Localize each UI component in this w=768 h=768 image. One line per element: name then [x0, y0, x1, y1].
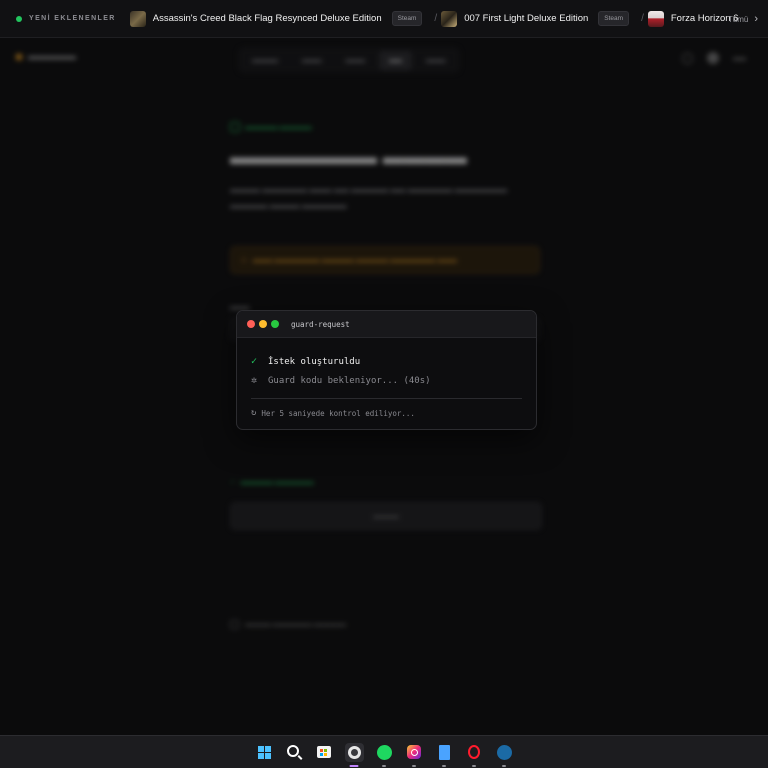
ticker-item-title: Assassin's Creed Black Flag Resynced Del… — [152, 13, 382, 24]
maximize-dot-icon[interactable] — [271, 320, 279, 328]
search-icon[interactable] — [285, 743, 304, 762]
brand-logo: ▬▬▬▬▬▬ — [16, 52, 76, 61]
close-dot-icon[interactable] — [247, 320, 255, 328]
obs-icon[interactable] — [344, 742, 364, 767]
ticker-separator: / — [641, 13, 644, 24]
notes-icon[interactable] — [435, 743, 454, 767]
warning-banner: ⚠ ▬▬▬ ▬▬▬▬▬▬▬ ▬▬▬▬▬ ▬▬▬▬▬ ▬▬▬▬▬▬▬ ▬▬▬ — [230, 246, 540, 274]
refresh-icon: ↻ — [251, 408, 257, 418]
instagram-icon[interactable] — [405, 743, 424, 767]
shield-icon — [230, 122, 240, 132]
game-thumbnail — [129, 10, 146, 27]
guard-request-terminal: guard-request ✓ İstek oluşturuldu ✲ Guar… — [236, 310, 537, 430]
live-dot-icon — [16, 15, 22, 22]
chevron-right-icon: › — [754, 13, 758, 25]
spotify-icon[interactable] — [375, 743, 394, 767]
game-thumbnail — [441, 10, 458, 27]
back-link: ▬▬▬▬ ▬▬▬▬▬▬ ▬▬▬▬▬ — [230, 620, 346, 629]
submit-button: ▬▬▬▬ — [230, 502, 542, 530]
site-navbar: ▬▬▬▬▬▬ ▬▬▬▬ ▬▬▬ ▬▬▬ ▬▬ ▬▬▬ ▬▬ — [0, 38, 768, 80]
verification-form: ▬▬▬▬▬ ▬▬▬▬▬ ▬▬▬▬▬▬▬ ▬▬▬▬ ▬▬▬▬ ▬▬▬▬▬▬ ▬▬▬… — [230, 122, 542, 629]
terminal-body: ✓ İstek oluşturuldu ✲ Guard kodu bekleni… — [237, 338, 536, 418]
start-icon[interactable] — [255, 743, 274, 762]
avatar — [707, 52, 719, 64]
windows-taskbar — [0, 735, 768, 768]
page-description: ▬▬▬▬ ▬▬▬▬▬▬ ▬▬▬ ▬▬ ▬▬▬▬▬ ▬▬ ▬▬▬▬▬▬ ▬▬▬▬▬… — [230, 185, 508, 210]
terminal-title: guard-request — [291, 319, 350, 329]
ticker-item-title: 007 First Light Deluxe Edition — [464, 13, 589, 24]
check-icon: ✓ — [251, 356, 258, 367]
ticker-separator: / — [434, 13, 438, 24]
new-releases-ticker: YENİ EKLENENLER Assassin's Creed Black F… — [0, 0, 768, 38]
game-thumbnail — [647, 10, 664, 27]
search-icon — [682, 52, 693, 64]
minimize-dot-icon[interactable] — [259, 320, 267, 328]
platform-badge: Steam — [598, 11, 630, 26]
nav-links: ▬▬▬▬ ▬▬▬ ▬▬▬ ▬▬ ▬▬▬ — [238, 47, 460, 73]
page-title: ▬▬▬▬▬▬▬ ▬▬▬▬ — [230, 146, 467, 169]
ticker-item-forza-horizon-6[interactable]: Forza Horizon 6 — [647, 10, 738, 27]
logo-mark-icon — [16, 53, 22, 60]
ticker-item-007-first-light[interactable]: 007 First Light Deluxe Edition Steam — [441, 10, 630, 27]
warning-icon: ⚠ — [241, 257, 247, 264]
polling-status: ↻ Her 5 saniyede kontrol ediliyor... — [251, 408, 415, 418]
log-line-request-created: ✓ İstek oluşturuldu — [251, 356, 361, 367]
platform-badge: Steam — [391, 11, 423, 26]
spinner-icon: ✲ — [251, 375, 258, 386]
ticker-label: YENİ EKLENENLER — [16, 15, 116, 22]
see-all-link[interactable]: Tümü › — [728, 0, 758, 38]
check-icon: ✓ — [230, 479, 236, 486]
steam-icon[interactable] — [495, 743, 514, 767]
store-icon[interactable] — [315, 743, 334, 762]
terminal-titlebar: guard-request — [237, 311, 536, 338]
back-icon — [230, 620, 239, 629]
ticker-item-assassins-creed[interactable]: Assassin's Creed Black Flag Resynced Del… — [129, 10, 423, 27]
divider — [251, 398, 522, 399]
log-line-waiting-guard: ✲ Guard kodu bekleniyor... (40s) — [251, 375, 431, 386]
eyebrow: ▬▬▬▬▬ ▬▬▬▬▬ — [230, 122, 540, 132]
success-line: ✓ ▬▬▬▬▬ ▬▬▬▬▬▬ — [230, 478, 314, 487]
nav-right: ▬▬ — [682, 52, 746, 64]
opera-icon[interactable] — [465, 743, 484, 767]
